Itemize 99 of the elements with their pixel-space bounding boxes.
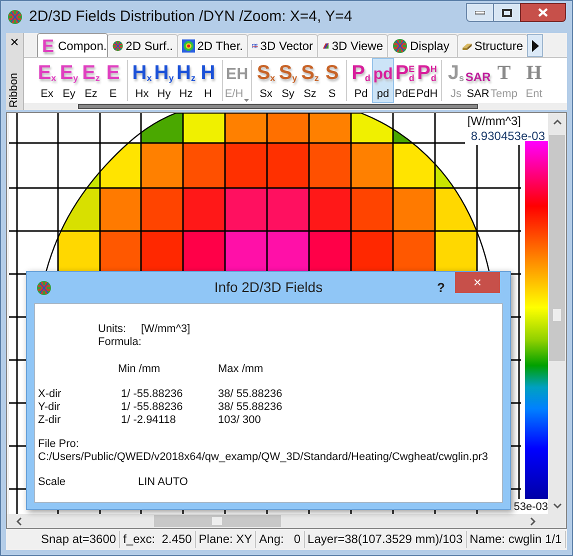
heat-map-cell (141, 188, 183, 231)
status-field: Ang: 0 (256, 531, 305, 548)
min-value: 1/ -55.88236 (121, 401, 183, 414)
ribbon-button[interactable]: Ex Ex (36, 58, 58, 103)
window-title: 2D/3D Fields Distribution /DYN /Zoom: X=4, Y=4 (29, 6, 352, 27)
min-value: 1/ -2.94118 (121, 414, 176, 427)
file-label: File Pro: (38, 438, 79, 451)
maximize-icon (502, 8, 512, 16)
heat-map-cell (267, 113, 309, 143)
scrollbar-thumb[interactable] (549, 135, 565, 361)
tab-glyph: E (42, 36, 54, 54)
min-value: 1/ -55.88236 (121, 388, 183, 401)
mesh-globe-icon (392, 38, 408, 54)
scale-value: LIN AUTO (138, 476, 188, 489)
legend-max-value: 8.930453e-03 (464, 127, 547, 145)
minimize-icon (475, 10, 485, 14)
units-label: Units: (98, 323, 126, 336)
heat-map-cell (183, 188, 225, 231)
tab[interactable]: Structure (457, 34, 528, 57)
heat-map-cell (183, 113, 225, 143)
ribbon-button[interactable]: S S (321, 58, 343, 103)
scrollbar-thumb[interactable] (154, 515, 281, 527)
heat-map-cell (267, 143, 309, 188)
heat-map-cell (351, 113, 393, 143)
heat-map-cell (225, 113, 267, 143)
max-value: 38/ 55.88236 (218, 388, 282, 401)
heat-map-cell (141, 143, 183, 188)
ribbon-button[interactable]: Sx Sx (255, 58, 277, 103)
heat-map-cell (393, 188, 435, 231)
ribbon-button[interactable]: H H (197, 58, 219, 103)
ribbon-button[interactable]: Pd Pd (350, 58, 372, 103)
ribbon-button[interactable]: E E (102, 58, 124, 103)
heat-map-cell (100, 143, 142, 188)
scroll-left-icon (16, 516, 22, 526)
status-field: Layer=38(107.3529 mm)/103 (304, 531, 467, 548)
thermal-map-icon (182, 38, 196, 54)
ribbon-button[interactable]: pd pd (372, 58, 394, 103)
app-icon (36, 280, 52, 296)
close-icon (538, 8, 548, 17)
row-label: X-dir (38, 388, 62, 401)
units-value: [W/mm^3] (141, 323, 190, 336)
status-field: Plane: XY (196, 531, 256, 548)
ribbon-button[interactable]: Ey Ey (58, 58, 80, 103)
dialog-title: Info 2D/3D Fields (214, 278, 323, 297)
ribbon-label: Ribbon (7, 72, 22, 108)
file-path: C:/Users/Public/QWED/v2018x64/qw_examp/QW_3D/Standard/Heating/Cwgheat/cwglin.pr3 (38, 451, 488, 464)
tab[interactable]: E Compon. (37, 33, 108, 57)
tab[interactable]: 2D Ther. (177, 34, 248, 57)
close-button[interactable] (520, 3, 566, 22)
tab[interactable]: 3D Viewe (317, 34, 388, 57)
tab-scroll-button[interactable] (527, 34, 543, 57)
ribbon-button[interactable]: SAR SAR (467, 58, 489, 103)
heat-map-cell (225, 188, 267, 231)
horizontal-scrollbar[interactable] (7, 514, 566, 528)
heat-map-cell (309, 188, 351, 231)
heat-map-cell (141, 113, 183, 143)
tab[interactable]: 3D Vector (247, 34, 318, 57)
heat-map-cell (351, 143, 393, 188)
ribbon-scrollbar-thumb[interactable] (78, 104, 478, 109)
heat-map-cell (309, 113, 351, 143)
maximize-button[interactable] (494, 3, 520, 22)
ribbon-button[interactable]: Sz Sz (299, 58, 321, 103)
status-field: Snap at=3600 (38, 531, 120, 548)
mesh-globe-icon (112, 38, 124, 54)
dialog-close-button[interactable]: × (455, 272, 500, 293)
app-icon (7, 9, 23, 25)
scroll-up-icon (552, 119, 562, 125)
max-value: 38/ 55.88236 (218, 401, 282, 414)
ribbon-close-button[interactable]: × (10, 34, 19, 52)
heat-map-cell (393, 143, 435, 188)
heat-map-cell (100, 188, 142, 231)
scroll-down-icon (552, 503, 562, 509)
column-header: Min /mm (118, 363, 160, 376)
heat-map-cell (183, 143, 225, 188)
max-value: 103/ 300 (218, 414, 261, 427)
row-label: Z-dir (38, 414, 61, 427)
status-field: Name: cwglin 1/1 (466, 531, 566, 548)
ribbon-button[interactable]: Hx Hx (131, 58, 153, 103)
ribbon-button[interactable]: Ez Ez (80, 58, 102, 103)
ribbon-button[interactable]: Hy Hy (153, 58, 175, 103)
status-field: f_exc: 2.450 (120, 531, 196, 548)
ribbon-button[interactable]: Sy Sy (277, 58, 299, 103)
formula-label: Formula: (98, 336, 142, 349)
heat-map-cell (267, 188, 309, 231)
heat-map-cell (351, 188, 393, 231)
column-header: Max /mm (218, 363, 264, 376)
minimize-button[interactable] (466, 3, 494, 22)
vertical-scrollbar[interactable] (548, 113, 566, 515)
scroll-right-icon (530, 516, 536, 526)
help-button[interactable]: ? (437, 278, 445, 298)
heat-map-cell (435, 188, 477, 231)
tab[interactable]: Display (387, 34, 458, 57)
right-arrow-icon (531, 40, 539, 52)
tab[interactable]: 2D Surf.. (107, 34, 178, 57)
scale-label: Scale (38, 476, 66, 489)
heat-map-cell (225, 143, 267, 188)
ribbon-button[interactable]: Hz Hz (175, 58, 197, 103)
heat-map-cell (309, 143, 351, 188)
row-label: Y-dir (38, 401, 60, 414)
